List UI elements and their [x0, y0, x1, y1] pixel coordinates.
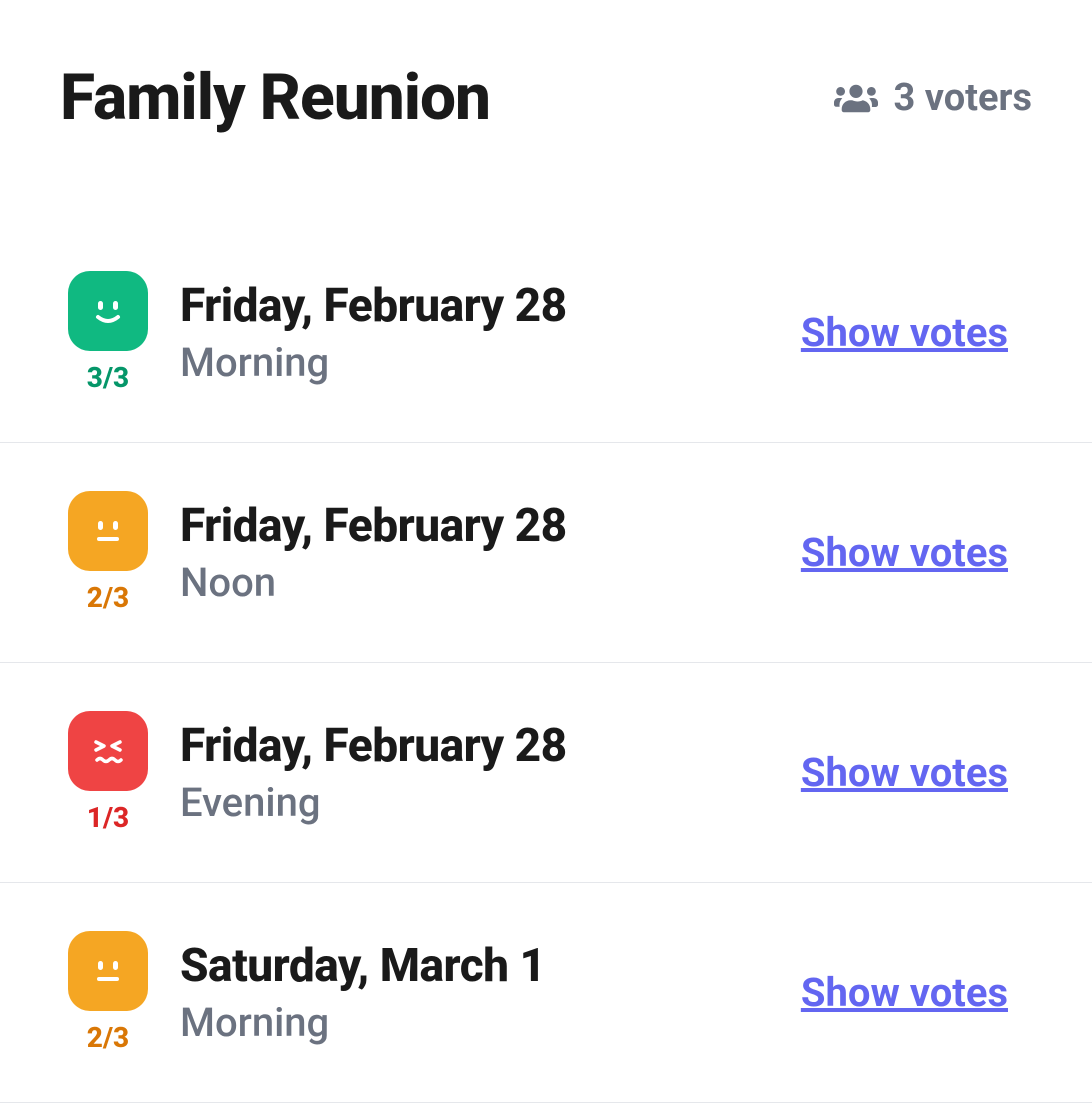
slot-row: 1/3 Friday, February 28 EveningShow votes [0, 663, 1092, 883]
vote-badge: 1/3 [68, 711, 148, 834]
header: Family Reunion 3 voters [60, 60, 1032, 135]
slot-date: Friday, February 28 [180, 279, 801, 333]
slot-time: Morning [180, 999, 801, 1046]
vote-ratio: 2/3 [87, 1021, 129, 1054]
vote-ratio: 2/3 [87, 581, 129, 614]
happy-face-icon [68, 271, 148, 351]
slot-row: 3/3 Friday, February 28 MorningShow votes [0, 235, 1092, 443]
vote-badge: 2/3 [68, 931, 148, 1054]
show-votes-link[interactable]: Show votes [801, 529, 1032, 576]
slot-info: Friday, February 28 Evening [148, 719, 801, 826]
slot-info: Saturday, March 1 Morning [148, 939, 801, 1046]
neutral-face-icon [68, 931, 148, 1011]
slot-info: Friday, February 28 Noon [148, 499, 801, 606]
page-title: Family Reunion [60, 60, 490, 135]
sad-face-icon [68, 711, 148, 791]
show-votes-link[interactable]: Show votes [801, 969, 1032, 1016]
neutral-face-icon [68, 491, 148, 571]
slot-time: Noon [180, 559, 801, 606]
vote-ratio: 1/3 [87, 801, 129, 834]
vote-badge: 2/3 [68, 491, 148, 614]
slot-date: Friday, February 28 [180, 719, 801, 773]
slot-time: Evening [180, 779, 801, 826]
voters-label: 3 voters [894, 76, 1032, 120]
slot-date: Friday, February 28 [180, 499, 801, 553]
slots-list: 3/3Friday, February 28MorningShow votes2… [0, 235, 1092, 1103]
show-votes-link[interactable]: Show votes [801, 309, 1032, 356]
slot-time: Morning [180, 339, 801, 386]
voters-count: 3 voters [834, 76, 1032, 120]
show-votes-link[interactable]: Show votes [801, 749, 1032, 796]
slot-info: Friday, February 28 Morning [148, 279, 801, 386]
users-icon [834, 76, 878, 120]
vote-badge: 3/3 [68, 271, 148, 394]
slot-row: 2/3 Friday, February 28 NoonShow votes [0, 443, 1092, 663]
vote-ratio: 3/3 [87, 361, 129, 394]
slot-row: 2/3 Saturday, March 1 MorningShow votes [0, 883, 1092, 1103]
slot-date: Saturday, March 1 [180, 939, 801, 993]
